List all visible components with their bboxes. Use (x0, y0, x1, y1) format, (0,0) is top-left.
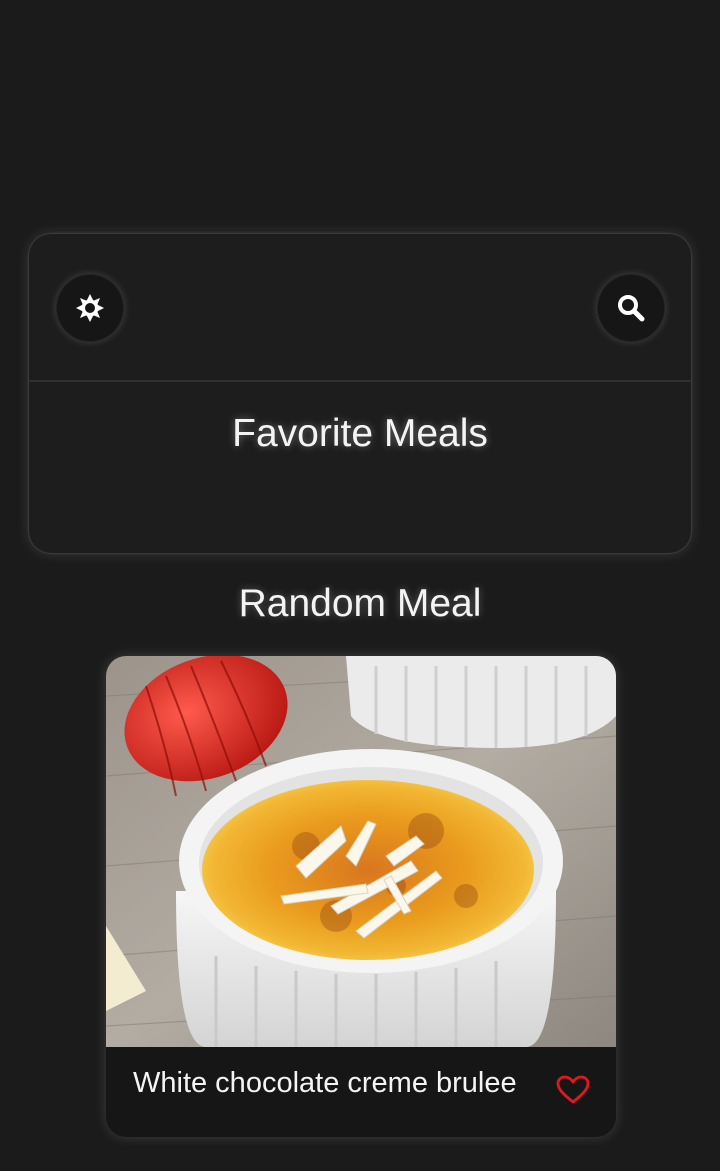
favorite-button[interactable] (556, 1075, 590, 1105)
heart-outline-icon (556, 1075, 590, 1104)
meal-name: White chocolate creme brulee (133, 1067, 517, 1099)
header-card: Favorite Meals (29, 234, 691, 553)
toolbar (29, 234, 691, 382)
theme-toggle-button[interactable] (56, 274, 124, 342)
random-meal-title: Random Meal (238, 582, 482, 625)
random-meal-card[interactable]: White chocolate creme brulee (106, 656, 616, 1137)
search-icon (616, 293, 646, 323)
meal-photo (106, 656, 616, 1047)
search-button[interactable] (597, 274, 665, 342)
sun-icon (75, 293, 105, 323)
meal-footer: White chocolate creme brulee (106, 1047, 616, 1137)
favorite-meals-title: Favorite Meals (232, 412, 488, 455)
app-screen: Favorite Meals Random Meal White chocola… (0, 0, 720, 1171)
